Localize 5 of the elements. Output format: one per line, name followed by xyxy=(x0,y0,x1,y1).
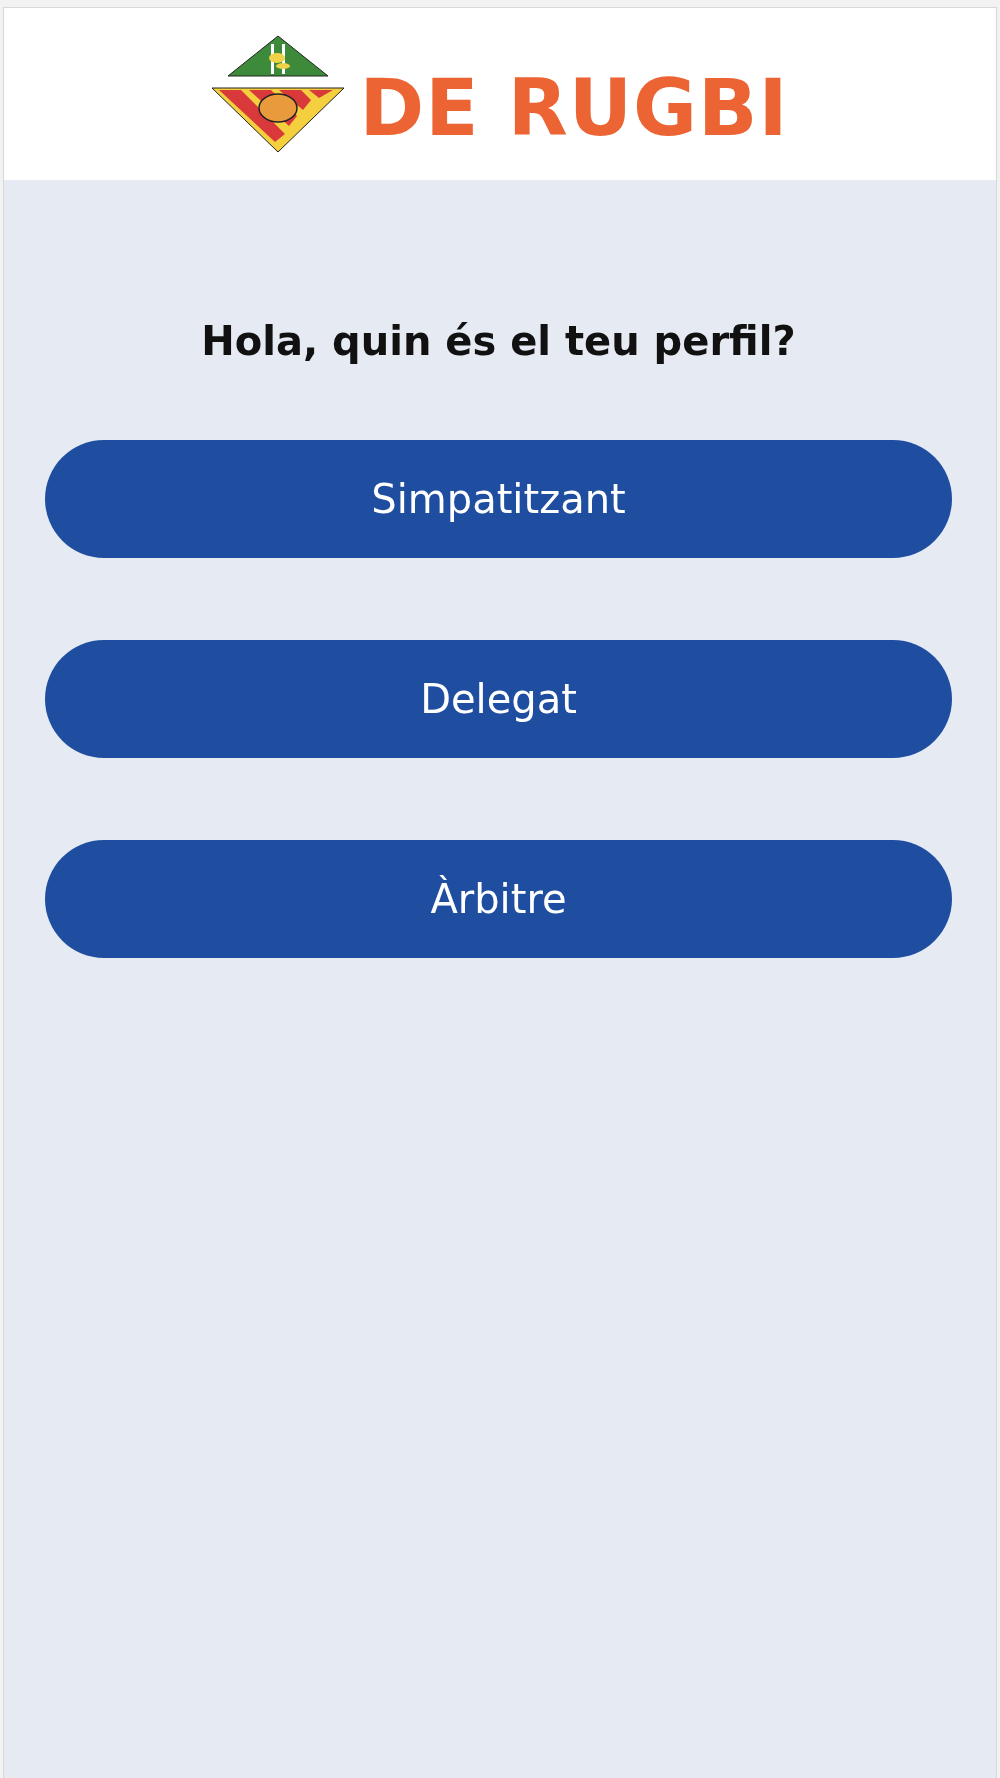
brand-title: DE RUGBI xyxy=(359,69,789,147)
profile-button[interactable]: Delegat xyxy=(45,640,952,758)
profile-button[interactable]: Simpatitzant xyxy=(45,440,952,558)
profile-question: Hola, quin és el teu perfil? xyxy=(200,318,797,364)
profile-button[interactable]: Àrbitre xyxy=(45,840,952,958)
